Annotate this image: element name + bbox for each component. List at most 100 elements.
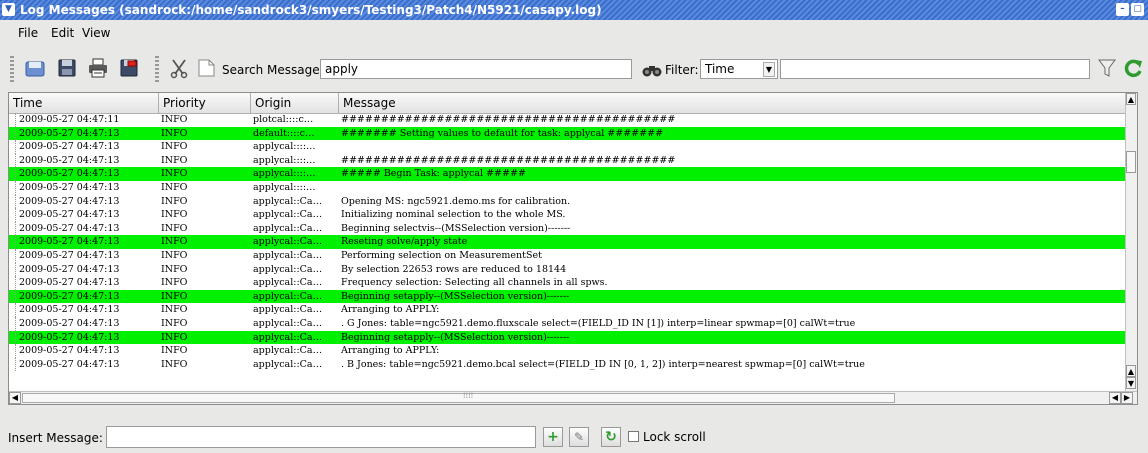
chevron-down-icon[interactable]: ▼ xyxy=(763,62,775,77)
menu-edit[interactable]: Edit xyxy=(51,26,74,40)
table-row[interactable]: 2009-05-27 04:47:13 INFO applycal::Ca… . G … xyxy=(9,316,1127,331)
cell-origin: applycal::Ca… xyxy=(253,358,323,370)
add-message-button[interactable]: + xyxy=(543,427,563,447)
edit-message-button[interactable]: ✎ xyxy=(569,427,589,447)
column-header-time[interactable]: Time xyxy=(9,93,159,113)
cell-message: ####### Setting values to default for ta… xyxy=(341,127,664,139)
vertical-scrollbar[interactable]: ▲ ▲ ▼ xyxy=(1125,93,1137,391)
save-pdf-icon[interactable] xyxy=(118,57,140,79)
restore-button[interactable]: ▢ xyxy=(1131,3,1144,16)
tree-line xyxy=(15,357,17,372)
table-row[interactable]: 2009-05-27 04:47:13 INFO applycal::Ca… Arra… xyxy=(9,344,1127,358)
scroll-left-button-right[interactable]: ◀ xyxy=(1109,392,1121,404)
table-row[interactable]: 2009-05-27 04:47:13 INFO applycal::Ca… Freq… xyxy=(9,276,1127,290)
scroll-up-button[interactable]: ▲ xyxy=(1126,93,1136,105)
scroll-up-button-lower[interactable]: ▲ xyxy=(1126,365,1136,377)
cell-time: 2009-05-27 04:47:13 xyxy=(19,304,120,316)
table-row[interactable]: 2009-05-27 04:47:13 INFO applycal::Ca… By s… xyxy=(9,262,1127,277)
table-row[interactable]: 2009-05-27 04:47:13 INFO applycal::Ca… Perf… xyxy=(9,248,1127,263)
cell-message: ########################################… xyxy=(341,154,676,166)
toolbar-grip-2[interactable] xyxy=(155,56,159,82)
column-header-origin[interactable]: Origin xyxy=(251,93,339,113)
cell-priority: INFO xyxy=(161,195,188,207)
search-message-label: Search Message: xyxy=(222,63,324,77)
column-header-priority[interactable]: Priority xyxy=(159,93,251,113)
binoculars-icon[interactable] xyxy=(641,58,663,80)
scroll-left-button[interactable]: ◀ xyxy=(9,392,21,404)
cell-origin: applycal::Ca… xyxy=(253,263,323,275)
toolbar: Search Message: apply Filter: Time ▼ xyxy=(0,46,1148,92)
tree-line xyxy=(15,126,17,141)
funnel-icon[interactable] xyxy=(1096,57,1118,79)
table-row[interactable]: 2009-05-27 04:47:13 INFO default::::c… ###… xyxy=(9,126,1127,141)
table-row[interactable]: 2009-05-27 04:47:13 INFO applycal::Ca… Begi… xyxy=(9,221,1127,236)
save-as-icon[interactable] xyxy=(24,57,46,79)
cell-priority: INFO xyxy=(161,114,188,125)
window-title: Log Messages (sandrock:/home/sandrock3/s… xyxy=(20,3,602,17)
filter-select[interactable]: Time ▼ xyxy=(700,59,778,79)
cell-origin: applycal::Ca… xyxy=(253,345,323,357)
search-message-input[interactable]: apply xyxy=(320,59,632,79)
table-row[interactable]: 2009-05-27 04:47:13 INFO applycal::Ca… Init… xyxy=(9,208,1127,222)
table-row[interactable]: 2009-05-27 04:47:13 INFO applycal::Ca… Arra… xyxy=(9,303,1127,317)
cell-time: 2009-05-27 04:47:13 xyxy=(19,154,120,166)
table-row[interactable]: 2009-05-27 04:47:13 INFO applycal::::… ####… xyxy=(9,153,1127,168)
tree-line xyxy=(15,248,17,263)
table-body: 2009-05-27 04:47:11 INFO plotcal::::c… ####… xyxy=(9,113,1127,372)
lock-scroll-checkbox[interactable] xyxy=(628,431,639,442)
table-row[interactable]: 2009-05-27 04:47:13 INFO applycal::Ca… Open… xyxy=(9,194,1127,209)
copy-icon[interactable] xyxy=(195,57,217,79)
vertical-scroll-thumb[interactable] xyxy=(1126,151,1136,173)
table-row[interactable]: 2009-05-27 04:47:13 INFO applycal::::… xyxy=(9,180,1127,195)
cell-message: Initializing nominal selection to the wh… xyxy=(341,209,566,221)
scroll-grip: ⁞⁞⁞⁞ xyxy=(463,391,474,400)
refresh-message-button[interactable]: ↻ xyxy=(601,427,621,447)
cut-icon[interactable] xyxy=(168,57,190,79)
window-titlebar[interactable]: ▼ Log Messages (sandrock:/home/sandrock3… xyxy=(0,0,1148,20)
cell-message: Beginning setapply--(MSSelection version… xyxy=(341,331,570,343)
log-table[interactable]: Time Priority Origin Message 2009-05-27 … xyxy=(8,92,1138,405)
tree-line xyxy=(15,303,17,317)
cell-message: Beginning selectvis--(MSSelection versio… xyxy=(341,222,571,234)
filter-value-input[interactable] xyxy=(780,59,1090,79)
cell-priority: INFO xyxy=(161,345,188,357)
horizontal-scroll-thumb[interactable]: ⁞⁞⁞⁞ xyxy=(22,391,895,403)
tree-line xyxy=(15,140,17,154)
cell-time: 2009-05-27 04:47:13 xyxy=(19,331,120,343)
cell-time: 2009-05-27 04:47:13 xyxy=(19,195,120,207)
save-icon[interactable] xyxy=(56,57,78,79)
table-row[interactable]: 2009-05-27 04:47:13 INFO applycal::::… xyxy=(9,140,1127,154)
scroll-down-button[interactable]: ▼ xyxy=(1126,377,1136,389)
cell-time: 2009-05-27 04:47:11 xyxy=(19,114,120,125)
cell-priority: INFO xyxy=(161,290,188,302)
table-row[interactable]: 2009-05-27 04:47:11 INFO plotcal::::c… ####… xyxy=(9,113,1127,127)
table-row[interactable]: 2009-05-27 04:47:13 INFO applycal::Ca… . B … xyxy=(9,357,1127,372)
cell-priority: INFO xyxy=(161,304,188,316)
insert-message-input[interactable] xyxy=(106,426,536,448)
filter-label: Filter: xyxy=(665,63,699,77)
window-menu-button[interactable]: ▼ xyxy=(2,3,15,16)
column-header-message[interactable]: Message xyxy=(339,93,1127,113)
table-row[interactable]: 2009-05-27 04:47:13 INFO applycal::Ca… Begi… xyxy=(9,289,1127,304)
minimize-button[interactable]: – xyxy=(1116,3,1129,16)
table-row[interactable]: 2009-05-27 04:47:13 INFO applycal::Ca… Begi… xyxy=(9,330,1127,345)
lock-scroll-label[interactable]: Lock scroll xyxy=(643,430,706,444)
table-row[interactable]: 2009-05-27 04:47:13 INFO applycal::::… ####… xyxy=(9,167,1127,181)
cell-priority: INFO xyxy=(161,236,188,248)
cell-message: ########################################… xyxy=(341,114,676,125)
tree-line xyxy=(15,153,17,168)
tree-line xyxy=(15,330,17,345)
tree-line xyxy=(15,208,17,222)
menu-file[interactable]: File xyxy=(18,26,38,40)
table-row[interactable]: 2009-05-27 04:47:13 INFO applycal::Ca… Rese… xyxy=(9,235,1127,249)
menu-view[interactable]: View xyxy=(82,26,110,40)
cell-message: Performing selection on MeasurementSet xyxy=(341,249,542,261)
horizontal-scrollbar[interactable]: ◀ ⁞⁞⁞⁞ ◀ ▶ xyxy=(9,391,1137,404)
scroll-right-button[interactable]: ▶ xyxy=(1121,392,1133,404)
cell-time: 2009-05-27 04:47:13 xyxy=(19,127,120,139)
cell-time: 2009-05-27 04:47:13 xyxy=(19,236,120,248)
cell-origin: applycal::Ca… xyxy=(253,331,323,343)
refresh-icon[interactable] xyxy=(1122,57,1144,79)
toolbar-grip[interactable] xyxy=(10,56,14,82)
print-icon[interactable] xyxy=(87,57,109,79)
